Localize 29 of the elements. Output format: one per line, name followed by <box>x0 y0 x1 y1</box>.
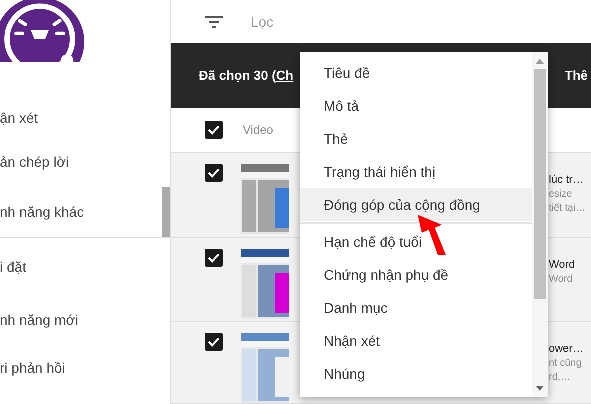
sidebar-item[interactable]: ản chép lời <box>0 138 70 186</box>
sidebar-item[interactable]: i đặt <box>0 238 26 296</box>
video-description: Word <box>549 274 574 285</box>
video-description: tiết tại… <box>549 203 587 214</box>
sidebar-item[interactable]: nh năng khác <box>0 186 84 237</box>
checkbox[interactable] <box>205 164 223 182</box>
video-title[interactable]: lúc tr… <box>549 174 591 186</box>
sidebar-item[interactable]: ri phản hồi <box>0 344 66 392</box>
checkbox[interactable] <box>205 121 223 139</box>
checkbox[interactable] <box>205 249 223 267</box>
scrollbar-thumb[interactable] <box>534 69 546 299</box>
video-description: rd,… <box>549 372 572 383</box>
filter-icon[interactable] <box>205 16 223 28</box>
scroll-down-icon[interactable] <box>536 386 544 391</box>
video-title[interactable]: ower… <box>549 343 591 355</box>
action-label[interactable]: Thê <box>564 68 588 83</box>
checkbox[interactable] <box>205 333 223 351</box>
scroll-up-icon[interactable] <box>536 59 544 64</box>
menu-item[interactable]: Đóng góp của cộng đồng <box>300 188 532 221</box>
video-description: esize <box>549 189 574 200</box>
sidebar-item[interactable]: nh năng mới <box>0 296 78 344</box>
column-header: Video <box>243 123 274 137</box>
selection-count: Đã chọn 30 ( <box>199 68 276 83</box>
clear-link[interactable]: Ch <box>276 68 294 83</box>
filter-label: Lọc <box>251 14 274 30</box>
video-description: nt cũng <box>549 358 583 369</box>
scrollbar-thumb[interactable] <box>162 187 170 237</box>
sidebar-item[interactable]: ận xét <box>0 98 38 138</box>
video-title[interactable]: Word <box>549 259 591 271</box>
